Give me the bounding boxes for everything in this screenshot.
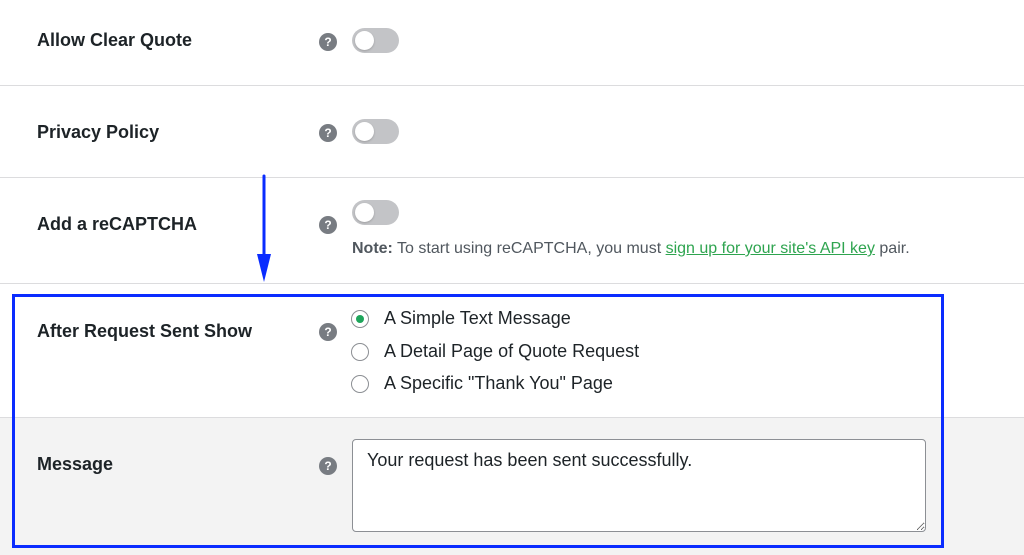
- message-textarea[interactable]: Your request has been sent successfully.: [352, 439, 926, 532]
- api-key-signup-link[interactable]: sign up for your site's API key: [666, 240, 875, 257]
- radio-button[interactable]: [351, 375, 369, 393]
- setting-row-allow-clear-quote: Allow Clear Quote ?: [0, 0, 1024, 86]
- note-text: To start using reCAPTCHA, you must: [392, 240, 666, 257]
- privacy-policy-toggle[interactable]: [352, 119, 399, 144]
- recaptcha-note: Note: To start using reCAPTCHA, you must…: [352, 240, 910, 258]
- recaptcha-label: Add a reCAPTCHA: [37, 214, 198, 234]
- radio-label: A Simple Text Message: [384, 308, 571, 328]
- radio-button[interactable]: [351, 343, 369, 361]
- radio-button-checked[interactable]: [351, 310, 369, 328]
- radio-label: A Specific "Thank You" Page: [384, 373, 613, 393]
- allow-clear-quote-label: Allow Clear Quote: [37, 30, 193, 50]
- toggle-knob: [355, 122, 374, 141]
- setting-row-recaptcha: Add a reCAPTCHA ?: [0, 178, 1024, 284]
- privacy-policy-label: Privacy Policy: [37, 122, 160, 142]
- help-question-icon[interactable]: ?: [319, 457, 337, 475]
- note-suffix: pair.: [874, 240, 910, 257]
- message-label: Message: [37, 454, 114, 474]
- toggle-knob: [355, 31, 374, 50]
- note-prefix: Note:: [352, 240, 393, 257]
- arrow-down-icon: [257, 174, 271, 282]
- help-question-icon[interactable]: ?: [319, 216, 337, 234]
- help-question-icon[interactable]: ?: [319, 323, 337, 341]
- after-request-label: After Request Sent Show: [37, 321, 253, 341]
- help-question-icon[interactable]: ?: [319, 124, 337, 142]
- toggle-knob: [355, 203, 374, 222]
- radio-label: A Detail Page of Quote Request: [384, 341, 640, 361]
- allow-clear-quote-toggle[interactable]: [352, 28, 399, 53]
- help-question-icon[interactable]: ?: [319, 33, 337, 51]
- setting-row-privacy-policy: Privacy Policy ?: [0, 86, 1024, 178]
- recaptcha-toggle[interactable]: [352, 200, 399, 225]
